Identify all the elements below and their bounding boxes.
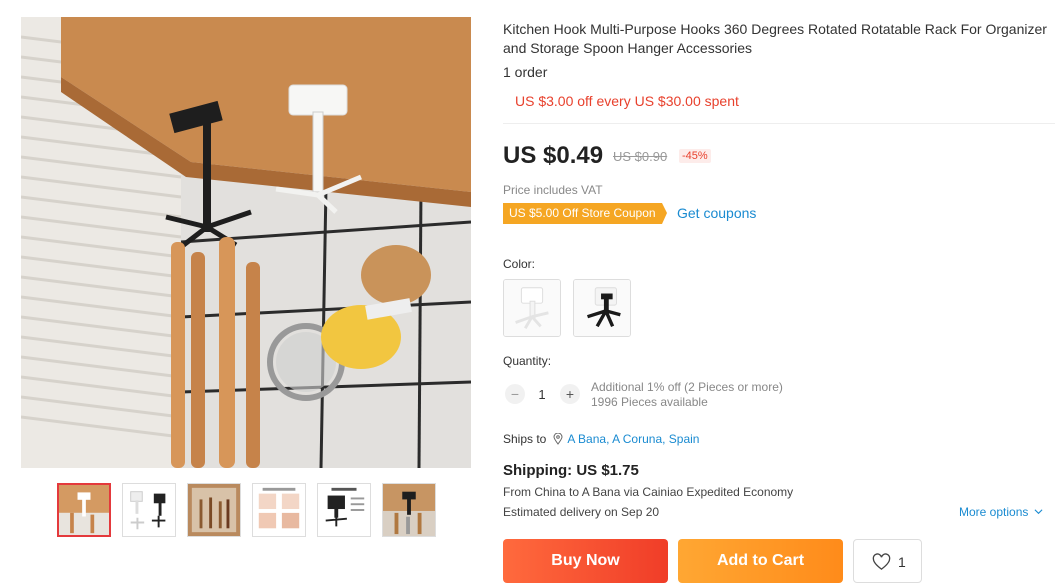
store-promo[interactable]: US $3.00 off every US $30.00 spent xyxy=(515,93,739,109)
shipping-route: From China to A Bana via Cainiao Expedit… xyxy=(503,485,794,499)
hook-photo-black-icon xyxy=(383,484,435,536)
color-option-black[interactable] xyxy=(573,279,631,337)
thumbnail-2[interactable] xyxy=(122,483,176,537)
ships-to: Ships to A Bana, A Coruna, Spain xyxy=(503,432,699,446)
hook-photo-how-to-use-icon xyxy=(253,484,305,536)
store-coupon-badge[interactable]: US $5.00 Off Store Coupon xyxy=(503,203,667,224)
quantity-label: Quantity: xyxy=(503,354,552,368)
ship-destination-link[interactable]: A Bana, A Coruna, Spain xyxy=(567,432,699,446)
current-price: US $0.49 xyxy=(503,142,604,169)
quantity-value[interactable]: 1 xyxy=(533,387,551,402)
thumbnail-3[interactable] xyxy=(187,483,241,537)
ships-to-label: Ships to xyxy=(503,432,547,446)
hook-photo-white-icon xyxy=(59,485,109,535)
get-coupons-link[interactable]: Get coupons xyxy=(677,205,756,221)
add-to-cart-button[interactable]: Add to Cart xyxy=(678,539,843,583)
thumbnail-6[interactable] xyxy=(382,483,436,537)
kitchen-hook-photo-icon xyxy=(21,17,471,468)
shipping-cost: Shipping: US $1.75 xyxy=(503,462,639,479)
vat-note: Price includes VAT xyxy=(503,183,603,197)
location-pin-icon xyxy=(553,433,563,445)
divider xyxy=(503,123,1055,124)
bulk-discount-note: Additional 1% off (2 Pieces or more) xyxy=(591,380,783,394)
discount-badge: -45% xyxy=(679,149,711,163)
thumbnail-strip xyxy=(57,483,447,537)
thumbnail-1[interactable] xyxy=(57,483,111,537)
quantity-note: Additional 1% off (2 Pieces or more) 199… xyxy=(591,380,783,410)
color-label: Color: xyxy=(503,257,536,271)
black-hook-swatch-icon xyxy=(574,280,630,336)
chevron-down-icon xyxy=(1034,509,1043,515)
hook-photo-product-details-icon xyxy=(318,484,370,536)
more-options-link[interactable]: More options xyxy=(959,505,1043,519)
heart-icon xyxy=(872,553,891,570)
estimated-delivery: Estimated delivery on Sep 20 xyxy=(503,505,660,519)
thumbnail-5[interactable] xyxy=(317,483,371,537)
wishlist-count: 1 xyxy=(898,554,906,570)
quantity-decrease-button[interactable]: − xyxy=(505,384,525,404)
original-price: US $0.90 xyxy=(613,149,668,164)
wishlist-button[interactable]: 1 xyxy=(853,539,922,583)
color-option-white[interactable] xyxy=(503,279,561,337)
thumbnail-4[interactable] xyxy=(252,483,306,537)
main-product-image[interactable] xyxy=(21,17,471,468)
quantity-increase-button[interactable]: + xyxy=(560,384,580,404)
order-count: 1 order xyxy=(503,64,548,80)
hook-photo-cabinet-icon xyxy=(188,484,240,536)
hook-photo-product-set-icon xyxy=(123,484,175,536)
product-title: Kitchen Hook Multi-Purpose Hooks 360 Deg… xyxy=(503,21,1047,56)
more-options-label: More options xyxy=(959,505,1029,519)
buy-now-button[interactable]: Buy Now xyxy=(503,539,668,583)
stock-available: 1996 Pieces available xyxy=(591,395,708,409)
white-hook-swatch-icon xyxy=(504,280,560,336)
